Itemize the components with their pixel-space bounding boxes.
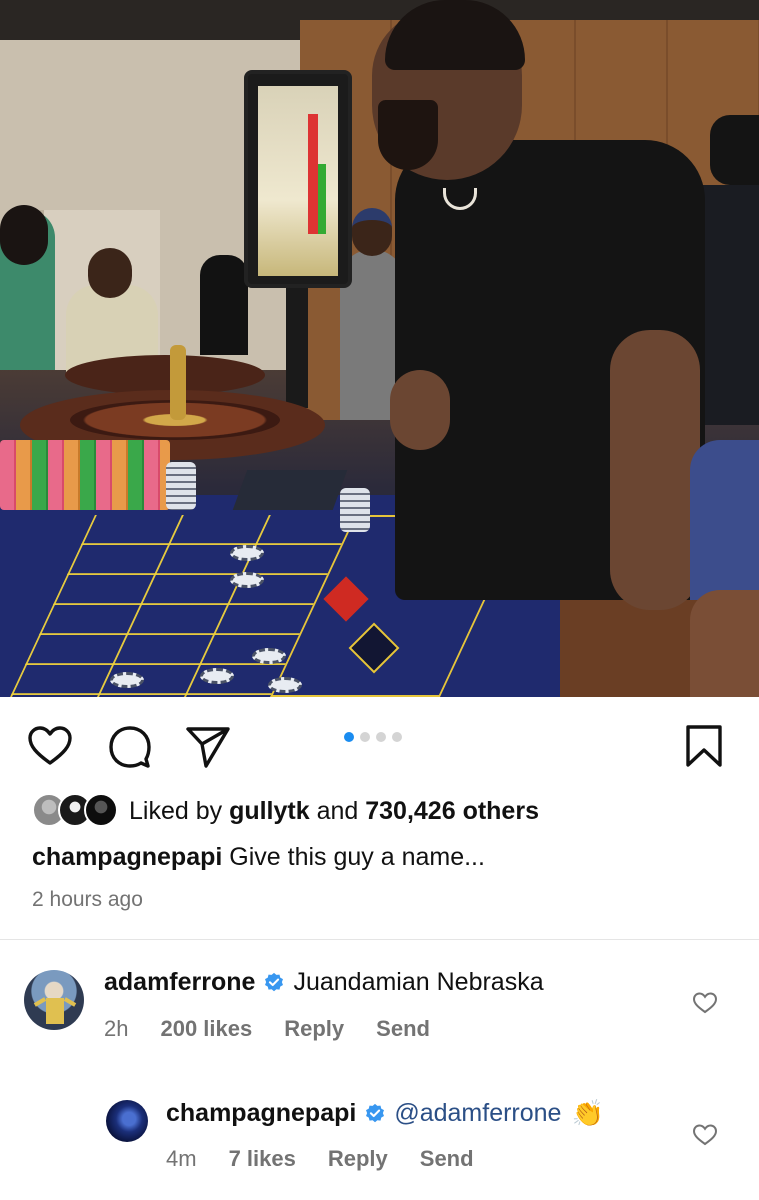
carousel-dot (360, 732, 370, 742)
liker-username[interactable]: gullytk (229, 797, 310, 825)
avatar[interactable] (106, 1100, 148, 1142)
liked-by-row[interactable]: Liked by gullytk and 730,426 others (32, 793, 539, 829)
comment-username[interactable]: champagnepapi (166, 1099, 356, 1128)
post-action-bar (0, 697, 759, 792)
post-photo[interactable] (0, 0, 759, 697)
photo-display-panel (258, 86, 338, 276)
like-button[interactable] (26, 722, 74, 770)
photo-main-person-beard (378, 100, 438, 170)
photo-display-bar-green (318, 164, 326, 234)
comment-username[interactable]: adamferrone (104, 968, 255, 997)
comment-header: champagnepapi @adamferrone 👏 (166, 1098, 604, 1129)
photo-bg-person (200, 255, 248, 355)
photo-camera (710, 115, 759, 185)
comment-meta: 2h 200 likes Reply Send (104, 1016, 462, 1042)
photo-chip (200, 668, 234, 684)
photo-chip-stack (166, 462, 196, 510)
verified-badge-icon (366, 1103, 385, 1122)
photo-roulette-display (244, 70, 352, 288)
likes-prefix: Liked by (129, 796, 230, 825)
carousel-indicator (344, 732, 402, 742)
photo-display-stand (286, 288, 308, 408)
reply-button[interactable]: Reply (328, 1146, 388, 1172)
share-button[interactable] (184, 722, 232, 770)
photo-chip-rack (0, 440, 170, 510)
paper-plane-icon (186, 727, 230, 768)
carousel-dot (392, 732, 402, 742)
likes-others-count[interactable]: 730,426 others (365, 797, 539, 825)
heart-outline-icon (28, 726, 72, 765)
comment-meta: 4m 7 likes Reply Send (166, 1146, 506, 1172)
photo-chip (110, 672, 144, 688)
comment-likes[interactable]: 7 likes (229, 1146, 296, 1172)
photo-chip (230, 545, 264, 561)
send-button[interactable]: Send (376, 1016, 430, 1042)
reply-button[interactable]: Reply (284, 1016, 344, 1042)
photo-main-person-arm (610, 330, 700, 610)
likes-summary: Liked by gullytk and 730,426 others (129, 797, 539, 826)
clapping-hands-emoji: 👏 (571, 1098, 604, 1128)
comment-item: adamferrone Juandamian Nebraska 2h 200 l… (0, 960, 759, 1050)
photo-chip (252, 648, 286, 664)
avatar (84, 793, 118, 827)
carousel-dot (376, 732, 386, 742)
divider (0, 939, 759, 940)
bookmark-icon (686, 725, 722, 767)
post-caption: champagnepapi Give this guy a name... (32, 843, 485, 872)
comment-like-heart-icon[interactable] (692, 990, 718, 1016)
photo-side-arm (690, 590, 759, 697)
caption-username[interactable]: champagnepapi (32, 843, 222, 871)
caption-text: Give this guy a name... (222, 843, 485, 871)
photo-bg-person-head (88, 248, 132, 298)
comment-mention-link[interactable]: @adamferrone (394, 1099, 561, 1128)
comment-age: 4m (166, 1146, 197, 1171)
photo-bg-person-head (0, 205, 48, 265)
carousel-dot-active (344, 732, 354, 742)
comment-age: 2h (104, 1016, 129, 1041)
avatar[interactable] (24, 970, 84, 1030)
comment-bubble-icon (109, 726, 151, 768)
save-button[interactable] (680, 722, 728, 770)
avatar-figure (33, 983, 77, 1024)
photo-display-bar-red (308, 114, 318, 234)
comment-reply-item: champagnepapi @adamferrone 👏 4m 7 likes … (0, 1090, 759, 1190)
comment-like-heart-icon[interactable] (692, 1122, 718, 1148)
verified-badge-icon (265, 972, 284, 991)
photo-chip-stack (340, 488, 370, 532)
photo-roulette-spindle (170, 345, 186, 420)
comment-text: Juandamian Nebraska (293, 968, 544, 996)
comment-header: adamferrone Juandamian Nebraska (104, 968, 544, 997)
photo-chair (690, 440, 759, 600)
photo-dealer-cloth (232, 470, 348, 510)
photo-bg-person-head (352, 208, 392, 256)
photo-main-person-hand (390, 370, 450, 450)
comment-likes[interactable]: 200 likes (160, 1016, 252, 1042)
post-timestamp: 2 hours ago (32, 888, 143, 911)
send-button[interactable]: Send (420, 1146, 474, 1172)
photo-roulette-wheel-back (65, 355, 265, 395)
likes-connector: and (309, 796, 366, 825)
comment-button[interactable] (106, 722, 154, 770)
photo-chip (268, 677, 302, 693)
photo-chip (230, 572, 264, 588)
liker-avatars (32, 793, 118, 829)
